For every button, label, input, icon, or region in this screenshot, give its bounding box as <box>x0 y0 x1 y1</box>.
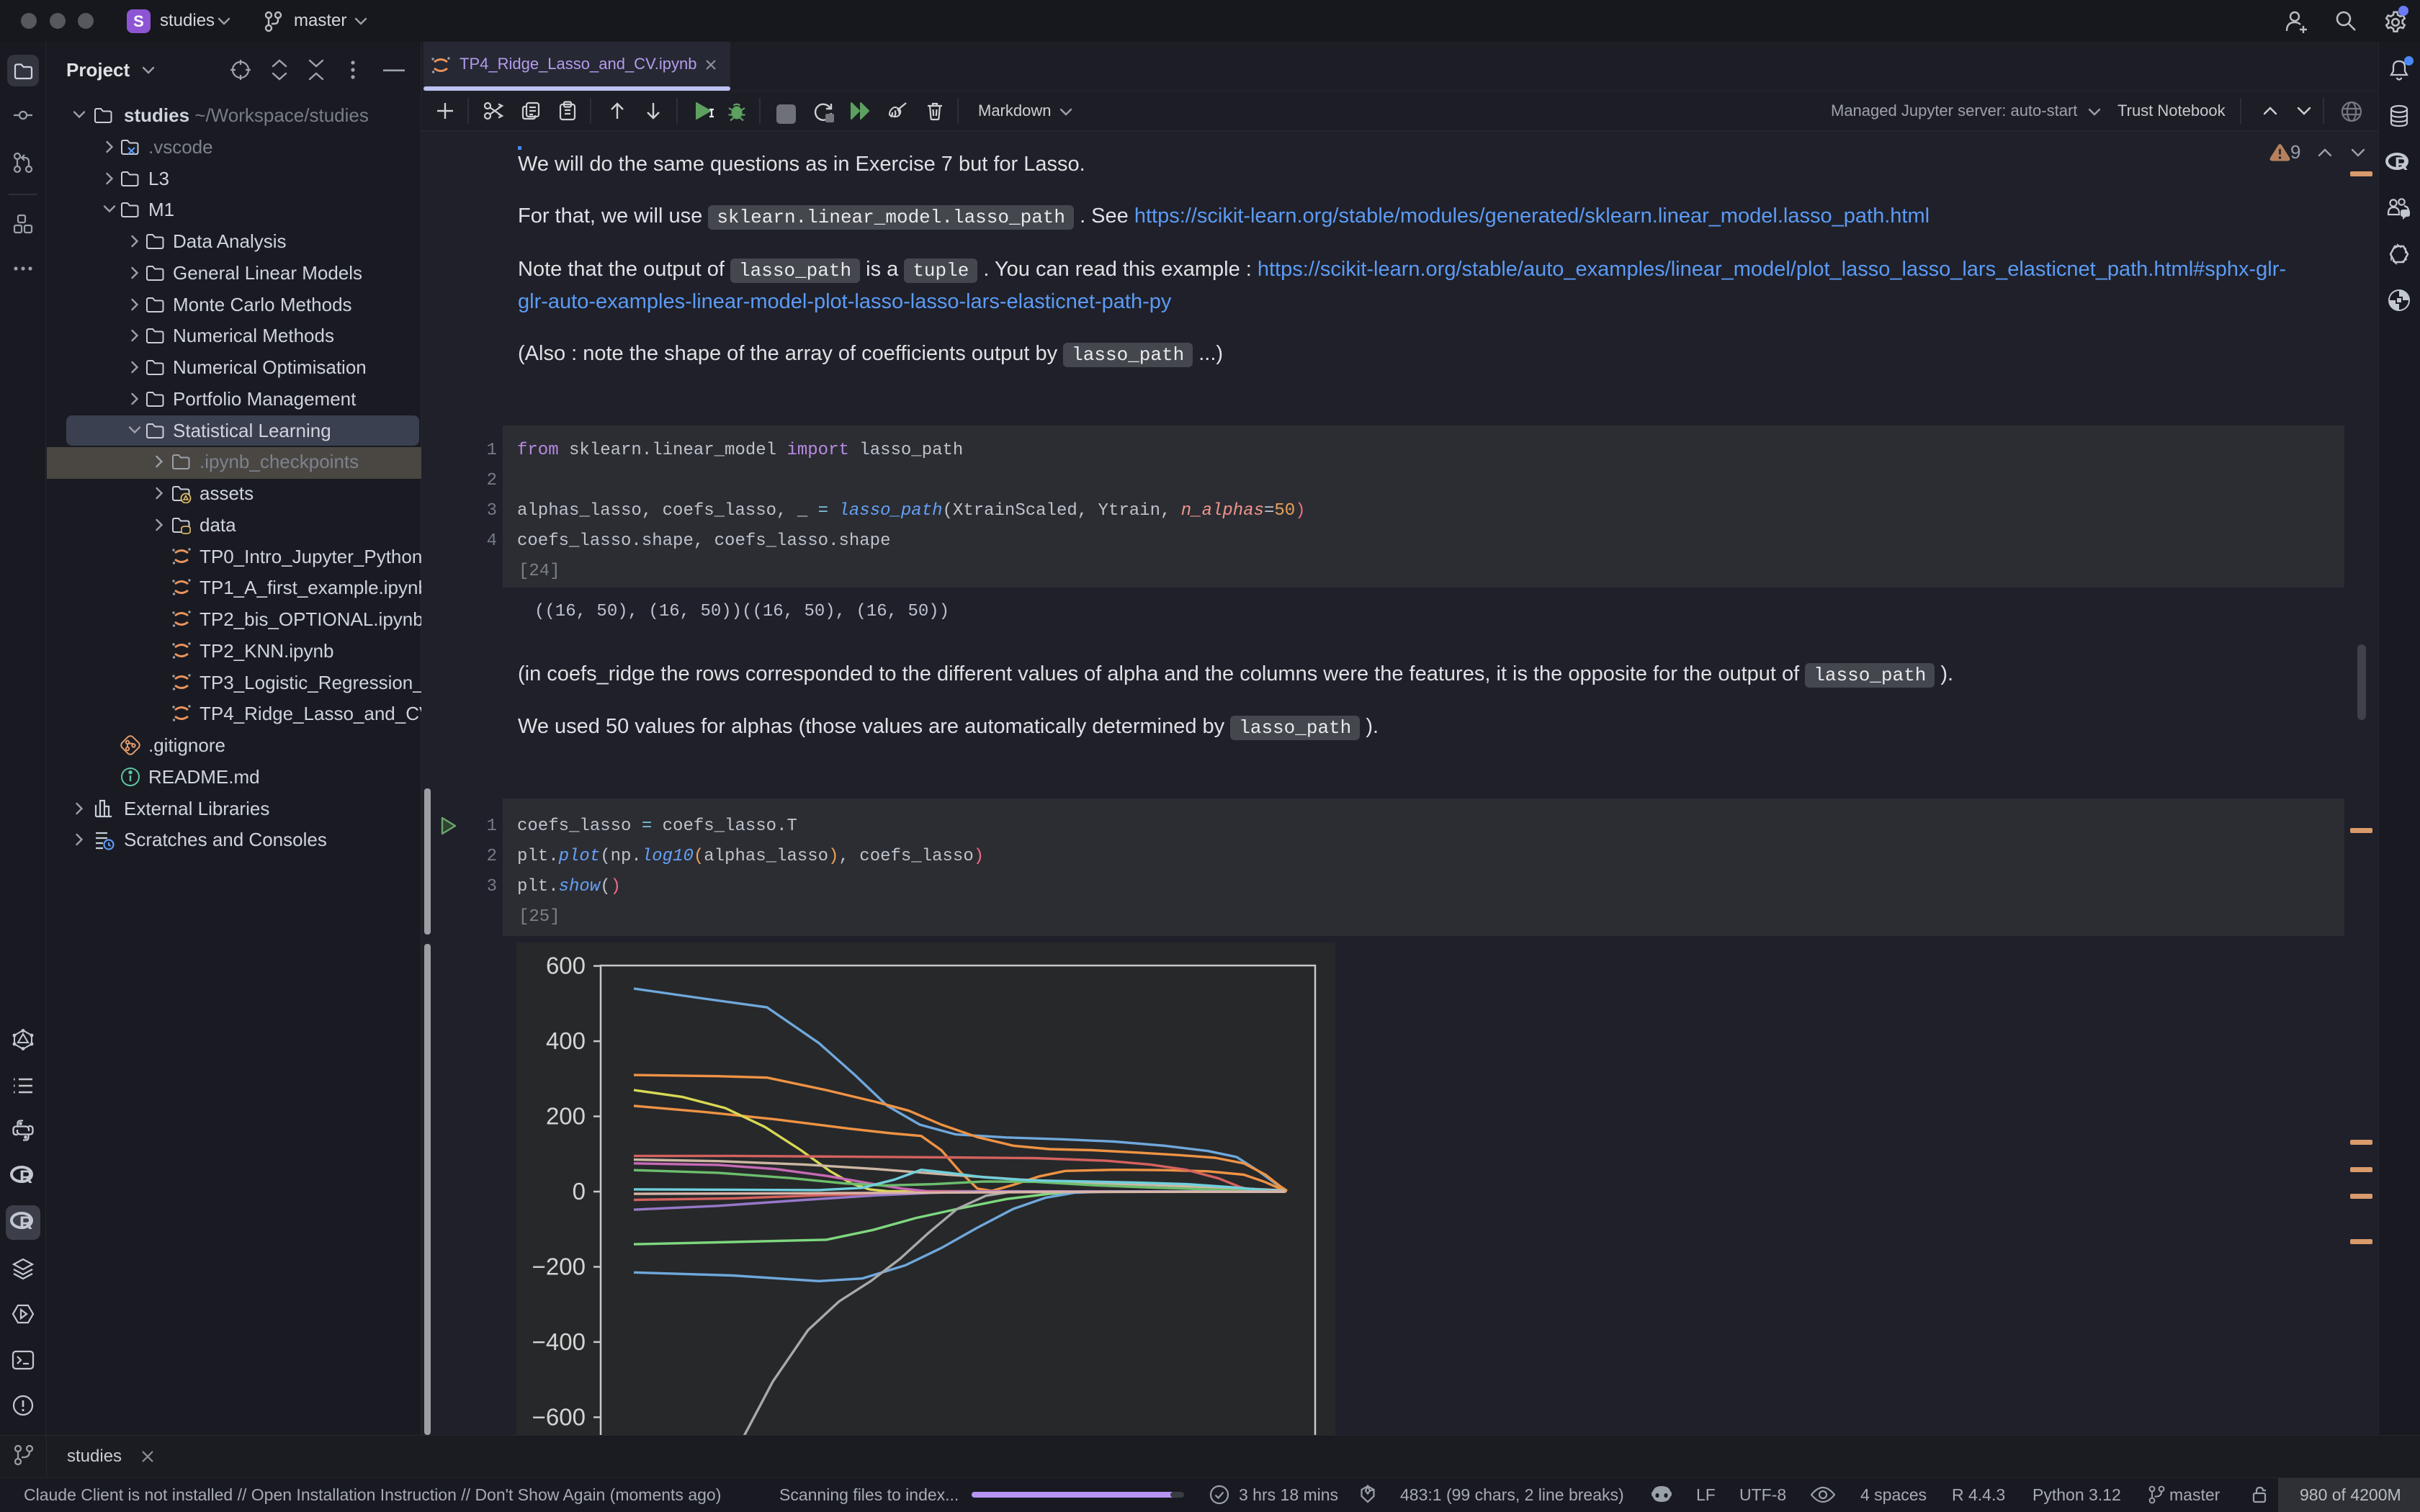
svg-text:600: 600 <box>546 953 586 979</box>
svg-text:400: 400 <box>546 1027 586 1054</box>
svg-text:−600: −600 <box>532 1403 586 1430</box>
svg-text:−400: −400 <box>532 1328 586 1355</box>
svg-text:200: 200 <box>546 1103 586 1130</box>
svg-text:R: R <box>2395 154 2408 174</box>
svg-text:R: R <box>19 1167 32 1187</box>
svg-text:0: 0 <box>573 1178 586 1205</box>
svg-text:R: R <box>19 1213 32 1233</box>
svg-text:−200: −200 <box>532 1254 586 1280</box>
